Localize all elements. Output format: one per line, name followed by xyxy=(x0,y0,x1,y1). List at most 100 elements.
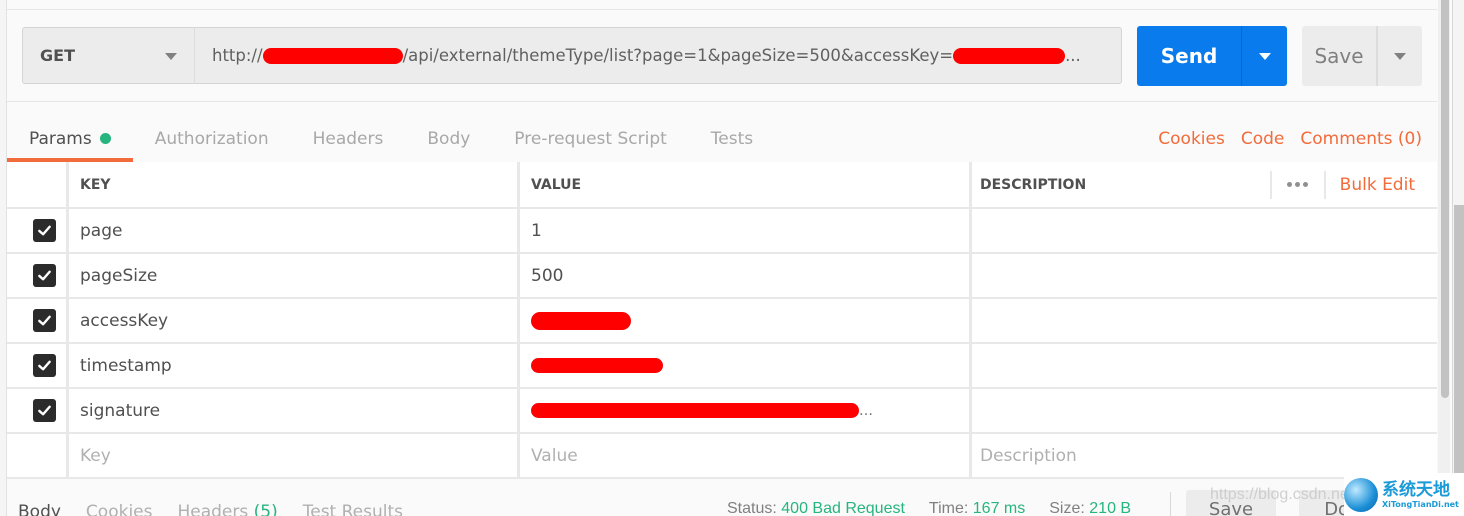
url-ellipsis: ... xyxy=(1065,46,1081,65)
cookies-link[interactable]: Cookies xyxy=(1158,129,1225,149)
key-cell[interactable]: signature xyxy=(69,389,520,432)
tab-pre-request-script[interactable]: Pre-request Script xyxy=(492,115,689,162)
time-label: Time: xyxy=(928,500,969,516)
headers-count: (5) xyxy=(253,502,278,516)
scrollbar-thumb[interactable] xyxy=(1441,0,1449,398)
divider xyxy=(7,101,1437,102)
table-row: page 1 xyxy=(7,209,1437,254)
check-icon xyxy=(38,225,51,236)
header-value: VALUE xyxy=(520,162,972,207)
header-checkbox-cell xyxy=(7,162,69,207)
tab-label: Params xyxy=(29,128,92,149)
save-options-button[interactable] xyxy=(1376,26,1422,86)
row-checkbox[interactable] xyxy=(33,399,56,422)
header-actions: Bulk Edit xyxy=(1269,162,1437,207)
table-row: pageSize 500 xyxy=(7,254,1437,299)
response-tab-cookies[interactable]: Cookies xyxy=(86,502,153,516)
redaction-mark xyxy=(531,358,663,373)
row-checkbox-cell xyxy=(7,254,69,297)
response-meta: Status: 400 Bad Request Time: 167 ms Siz… xyxy=(727,500,1131,516)
watermark-url: https://blog.csdn.ne xyxy=(1210,486,1349,503)
new-description-input[interactable]: Description xyxy=(972,434,1437,477)
response-tab-headers[interactable]: Headers (5) xyxy=(177,502,277,516)
brand-name-cn: 系统天地 xyxy=(1382,480,1450,500)
check-icon xyxy=(38,360,51,371)
tab-authorization[interactable]: Authorization xyxy=(133,115,291,162)
params-table: KEY VALUE DESCRIPTION Bulk Edit page 1 p… xyxy=(7,162,1437,479)
caret-down-icon xyxy=(1394,52,1406,60)
redaction-mark xyxy=(953,47,1066,64)
tab-headers[interactable]: Headers xyxy=(291,115,406,162)
key-cell[interactable]: accessKey xyxy=(69,299,520,342)
redaction-mark xyxy=(531,311,631,330)
brand-globe-icon xyxy=(1344,477,1378,512)
tab-label: Headers xyxy=(312,128,384,149)
response-tab-body[interactable]: Body xyxy=(18,502,61,516)
value-cell[interactable] xyxy=(520,344,972,387)
row-checkbox-cell xyxy=(7,299,69,342)
save-button[interactable]: Save xyxy=(1302,26,1376,86)
tab-label: Authorization xyxy=(154,128,269,149)
bulk-edit-link[interactable]: Bulk Edit xyxy=(1326,175,1437,195)
row-checkbox-cell xyxy=(7,209,69,252)
new-param-row: Key Value Description xyxy=(7,434,1437,479)
tab-body[interactable]: Body xyxy=(405,115,492,162)
send-button-group: Send xyxy=(1137,26,1287,86)
description-cell[interactable] xyxy=(972,209,1437,252)
row-checkbox-cell xyxy=(7,389,69,432)
size-value: 210 B xyxy=(1089,500,1132,516)
outer-scrollbar-thumb[interactable] xyxy=(1454,205,1464,516)
brand-name-en: XiTongTianDi.net xyxy=(1382,500,1459,509)
key-cell[interactable]: timestamp xyxy=(69,344,520,387)
row-checkbox[interactable] xyxy=(33,354,56,377)
params-active-dot-icon xyxy=(99,133,111,144)
value-cell[interactable]: 1 xyxy=(520,209,972,252)
divider xyxy=(1170,492,1171,516)
row-checkbox-cell xyxy=(7,344,69,387)
header-description-cell: DESCRIPTION Bulk Edit xyxy=(972,162,1437,207)
table-row: signature … xyxy=(7,389,1437,434)
url-input[interactable]: http:// /api/external/themeType/list?pag… xyxy=(195,27,1122,84)
method-label: GET xyxy=(40,46,75,65)
chevron-down-icon xyxy=(165,53,177,60)
code-link[interactable]: Code xyxy=(1241,129,1285,149)
time-value: 167 ms xyxy=(972,500,1026,516)
more-options-icon[interactable] xyxy=(1269,170,1326,199)
status-value: 400 Bad Request xyxy=(781,500,905,516)
method-select[interactable]: GET xyxy=(22,27,195,84)
check-icon xyxy=(38,405,51,416)
key-cell[interactable]: pageSize xyxy=(69,254,520,297)
new-key-input[interactable]: Key xyxy=(69,434,520,477)
redaction-mark xyxy=(262,47,403,64)
watermark-logo: 系统天地 XiTongTianDi.net xyxy=(1344,473,1464,516)
send-options-button[interactable] xyxy=(1241,26,1287,86)
time-info: Time: 167 ms xyxy=(929,500,1025,516)
description-cell[interactable] xyxy=(972,389,1437,432)
save-button-group: Save xyxy=(1302,26,1422,86)
response-tabs: Body Cookies Headers (5) Test Results xyxy=(18,502,403,516)
description-cell[interactable] xyxy=(972,344,1437,387)
description-cell[interactable] xyxy=(972,254,1437,297)
tab-params[interactable]: Params xyxy=(7,115,133,162)
row-checkbox[interactable] xyxy=(33,264,56,287)
value-cell[interactable]: … xyxy=(520,389,972,432)
new-value-input[interactable]: Value xyxy=(520,434,972,477)
size-info: Size: 210 B xyxy=(1049,500,1131,516)
row-checkbox-cell xyxy=(7,434,69,477)
tab-tests[interactable]: Tests xyxy=(689,115,775,162)
request-tabs: Params Authorization Headers Body Pre-re… xyxy=(7,115,775,162)
left-panel-edge xyxy=(0,0,7,516)
response-tab-test-results[interactable]: Test Results xyxy=(303,502,403,516)
description-cell[interactable] xyxy=(972,299,1437,342)
key-cell[interactable]: page xyxy=(69,209,520,252)
tab-label: Headers xyxy=(177,502,249,516)
value-cell[interactable] xyxy=(520,299,972,342)
status-info: Status: 400 Bad Request xyxy=(727,500,905,516)
value-cell[interactable]: 500 xyxy=(520,254,972,297)
row-checkbox[interactable] xyxy=(33,219,56,242)
send-button[interactable]: Send xyxy=(1137,26,1241,86)
comments-link[interactable]: Comments (0) xyxy=(1300,129,1422,149)
row-checkbox[interactable] xyxy=(33,309,56,332)
status-label: Status: xyxy=(727,500,777,516)
size-label: Size: xyxy=(1049,500,1085,516)
